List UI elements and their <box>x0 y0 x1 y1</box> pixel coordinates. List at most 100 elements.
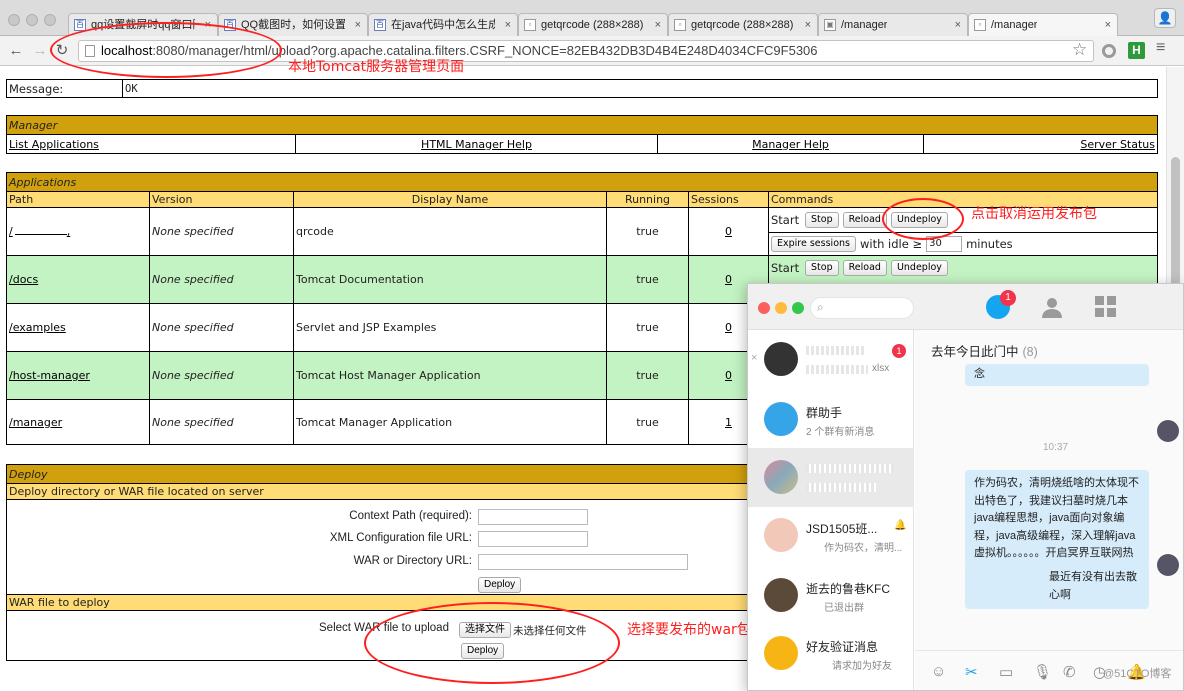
conversation-title: 去年今日此门中 (8) <box>931 341 1038 360</box>
app-display-name: qrcode <box>293 207 607 256</box>
bookmark-star-icon[interactable]: ☆ <box>1072 40 1087 60</box>
war-dir-url-label: WAR or Directory URL: <box>353 555 472 567</box>
col-header-display-name: Display Name <box>293 191 607 208</box>
chat-minimize-dot[interactable] <box>775 302 787 314</box>
list-item[interactable]: 逝去的鲁巷KFC 已退出群 <box>748 566 914 625</box>
minutes-label: minutes <box>966 236 1013 251</box>
tab-close-icon[interactable]: × <box>355 14 361 36</box>
chat-close-dot[interactable] <box>758 302 770 314</box>
browser-tab[interactable]: 百 在java代码中怎么生成二维 × <box>368 13 518 36</box>
app-sessions-link[interactable]: 0 <box>725 273 732 286</box>
search-icon: ⌕ <box>817 300 824 314</box>
stop-button[interactable]: Stop <box>805 259 839 276</box>
folder-icon[interactable]: ▭ <box>999 663 1013 681</box>
tab-close-icon[interactable]: × <box>655 14 661 36</box>
browser-tab[interactable]: ▣ /manager × <box>818 13 968 36</box>
profile-icon[interactable]: 👤 <box>1154 8 1176 28</box>
list-applications-link[interactable]: List Applications <box>9 138 99 151</box>
app-sessions-link[interactable]: 0 <box>725 321 732 334</box>
chat-input-toolbar: ☺ ✂ ▭ 🎙 ✆ ◷ 🔔 @51CTO博客 <box>915 650 1183 690</box>
avatar <box>764 578 798 612</box>
menu-icon[interactable]: ≡ <box>1156 39 1165 57</box>
chat-search-input[interactable]: ⌕ <box>810 297 914 319</box>
manager-help-link[interactable]: Manager Help <box>752 138 829 151</box>
manager-title: Manager <box>6 115 1158 135</box>
conversation-preview: 2 个群有新消息 <box>806 427 875 438</box>
extension-h-icon[interactable]: H <box>1128 42 1145 59</box>
message-value: OK <box>122 79 1158 98</box>
expire-sessions-button[interactable]: Expire sessions <box>771 235 856 252</box>
context-path-input[interactable] <box>478 509 588 525</box>
back-arrow-icon[interactable]: ← <box>6 41 26 61</box>
message-bubble: 最近有没有出去散心啊 <box>965 564 1149 609</box>
app-path-link[interactable]: /examples <box>9 321 66 334</box>
undeploy-button[interactable]: Undeploy <box>890 259 948 276</box>
phone-icon[interactable]: ✆ <box>1063 663 1076 681</box>
app-running: true <box>606 207 689 256</box>
forward-arrow-icon[interactable]: → <box>30 41 50 61</box>
app-sessions-link[interactable]: 0 <box>725 225 732 238</box>
image-icon: ▣ <box>824 19 836 31</box>
col-header-commands: Commands <box>768 191 1158 208</box>
browser-tab[interactable]: ▫ getqrcode (288×288) × <box>518 13 668 36</box>
server-status-link[interactable]: Server Status <box>1080 138 1155 151</box>
app-path-link[interactable]: /docs <box>9 273 38 286</box>
chat-zoom-dot[interactable] <box>792 302 804 314</box>
close-icon[interactable]: × <box>751 352 757 364</box>
message-time: 10:37 <box>1043 442 1069 453</box>
applications-title: Applications <box>6 172 1158 192</box>
reload-button[interactable]: Reload <box>842 259 887 276</box>
app-path-link[interactable]: /host-manager <box>9 369 90 382</box>
chat-header: ⌕ 1 <box>748 284 1183 330</box>
extension-circle-icon[interactable] <box>1102 44 1116 58</box>
app-path-link[interactable]: /manager <box>9 416 62 429</box>
conversation-name: 逝去的鲁巷KFC <box>806 582 891 596</box>
browser-tab-active[interactable]: ▫ /manager × <box>968 13 1118 36</box>
app-sessions-link[interactable]: 1 <box>725 416 732 429</box>
list-item[interactable]: 好友验证消息 请求加为好友 <box>748 624 914 683</box>
contacts-icon[interactable] <box>1040 295 1064 319</box>
window-zoom-dot[interactable] <box>44 14 56 26</box>
annotation-ellipse-undeploy <box>882 198 964 240</box>
window-close-dot[interactable] <box>8 14 20 26</box>
list-item[interactable]: 群助手 2 个群有新消息 <box>748 390 914 449</box>
war-dir-url-input[interactable] <box>478 554 688 570</box>
list-item[interactable]: × xlsx 1 <box>748 330 914 389</box>
app-display-name: Tomcat Host Manager Application <box>293 351 607 400</box>
app-version: None specified <box>149 399 294 445</box>
conversation-name: 好友验证消息 <box>806 640 879 654</box>
tab-label: getqrcode (288×288) <box>541 19 644 31</box>
tab-close-icon[interactable]: × <box>805 14 811 36</box>
tab-close-icon[interactable]: × <box>955 14 961 36</box>
microphone-icon[interactable]: 🎙 <box>1033 663 1052 681</box>
html-manager-help-link[interactable]: HTML Manager Help <box>421 138 532 151</box>
emoji-icon[interactable]: ☺ <box>931 663 946 680</box>
apps-grid-icon[interactable] <box>1094 295 1118 319</box>
qq-chat-window: ⌕ 1 × xlsx 1 群助手 2 个群有新消息 JSD1505班... 作为… <box>747 283 1184 691</box>
redacted-preview <box>806 365 868 374</box>
conversation-preview: 请求加为好友 <box>832 661 892 672</box>
list-item[interactable]: JSD1505班... 作为码农，清明... 🔔 <box>748 506 914 565</box>
browser-tab[interactable]: ▫ getqrcode (288×288) × <box>668 13 818 36</box>
scissors-icon[interactable]: ✂ <box>965 663 978 681</box>
list-item[interactable] <box>748 448 914 507</box>
app-path-link[interactable]: / <box>9 225 13 238</box>
message-bubble: 念 <box>965 364 1149 386</box>
conversation-preview: 作为码农，清明... <box>824 543 903 554</box>
app-version: None specified <box>149 255 294 304</box>
xml-config-url-input[interactable] <box>478 531 588 547</box>
reload-button[interactable]: Reload <box>842 212 887 228</box>
stop-button[interactable]: Stop <box>805 212 839 228</box>
window-minimize-dot[interactable] <box>26 14 38 26</box>
app-sessions-link[interactable]: 0 <box>725 369 732 382</box>
col-header-path: Path <box>6 191 150 208</box>
tab-close-icon[interactable]: × <box>1105 14 1111 36</box>
sender-avatar <box>1157 420 1179 442</box>
message-bubble: 作为码农，清明烧纸啥的太体现不出特色了，我建议扫墓时烧几本java编程思想，ja… <box>965 470 1149 568</box>
start-label: Start <box>771 213 800 227</box>
app-running: true <box>606 255 689 304</box>
deploy-server-button[interactable]: Deploy <box>478 577 522 593</box>
conversation-preview: 已退出群 <box>824 603 864 614</box>
group-name: 去年今日此门中 <box>931 345 1019 359</box>
tab-close-icon[interactable]: × <box>505 14 511 36</box>
